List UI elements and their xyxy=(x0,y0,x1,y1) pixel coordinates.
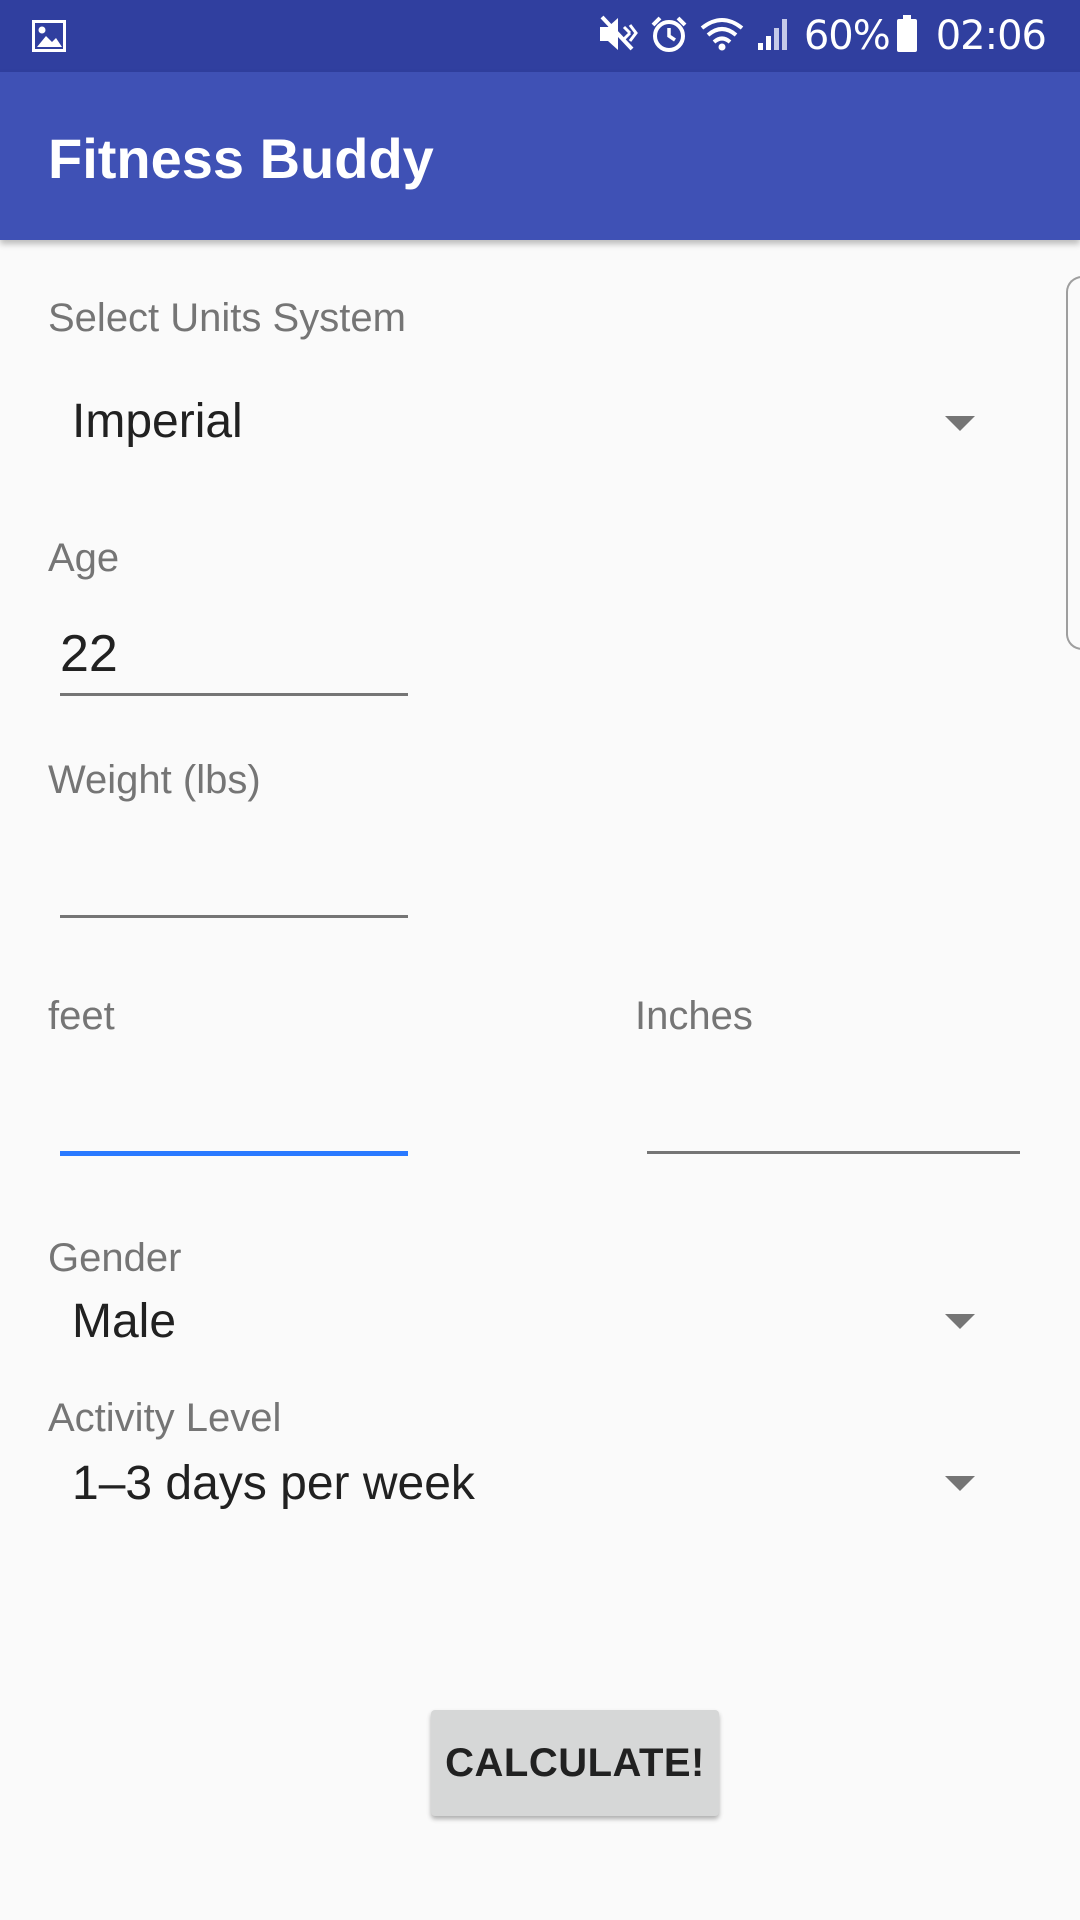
age-label: Age xyxy=(48,536,120,580)
weight-input[interactable] xyxy=(48,836,408,920)
units-spinner[interactable]: Imperial xyxy=(48,380,988,470)
gender-spinner[interactable]: Male xyxy=(48,1290,988,1360)
feet-input[interactable] xyxy=(48,1072,408,1158)
chevron-down-icon xyxy=(945,1476,975,1491)
battery-icon xyxy=(896,14,918,58)
app-title: Fitness Buddy xyxy=(48,127,434,190)
inches-input[interactable] xyxy=(635,1072,1020,1158)
weight-input-underline xyxy=(60,915,408,918)
inches-label: Inches xyxy=(635,994,753,1038)
alarm-icon xyxy=(650,15,688,58)
gender-label: Gender xyxy=(48,1236,182,1280)
age-input-underline xyxy=(60,693,408,696)
calculate-button[interactable]: CALCULATE! xyxy=(431,1710,719,1816)
app-bar: Fitness Buddy xyxy=(0,72,1080,240)
weight-label: Weight (lbs) xyxy=(48,758,261,802)
feet-input-underline xyxy=(60,1151,408,1156)
activity-spinner[interactable]: 1–3 days per week xyxy=(48,1452,988,1522)
units-label: Select Units System xyxy=(48,296,406,340)
status-bar: 60% 02:06 xyxy=(0,0,1080,72)
activity-spinner-value: 1–3 days per week xyxy=(72,1457,475,1510)
activity-label: Activity Level xyxy=(48,1396,282,1440)
age-input[interactable]: 22 xyxy=(48,614,408,698)
wifi-icon xyxy=(700,16,744,57)
mute-icon xyxy=(598,15,638,58)
feet-label: feet xyxy=(48,994,115,1038)
battery-percent: 60% xyxy=(803,13,891,59)
edge-panel-handle[interactable] xyxy=(1066,276,1080,650)
gender-spinner-value: Male xyxy=(72,1295,177,1348)
signal-icon xyxy=(756,17,792,56)
inches-input-underline xyxy=(647,1151,1020,1154)
chevron-down-icon xyxy=(945,1314,975,1329)
gallery-notification-icon xyxy=(32,20,66,52)
units-spinner-value: Imperial xyxy=(72,395,243,448)
status-time: 02:06 xyxy=(935,13,1047,59)
chevron-down-icon xyxy=(945,416,975,431)
age-input-value: 22 xyxy=(60,625,118,683)
